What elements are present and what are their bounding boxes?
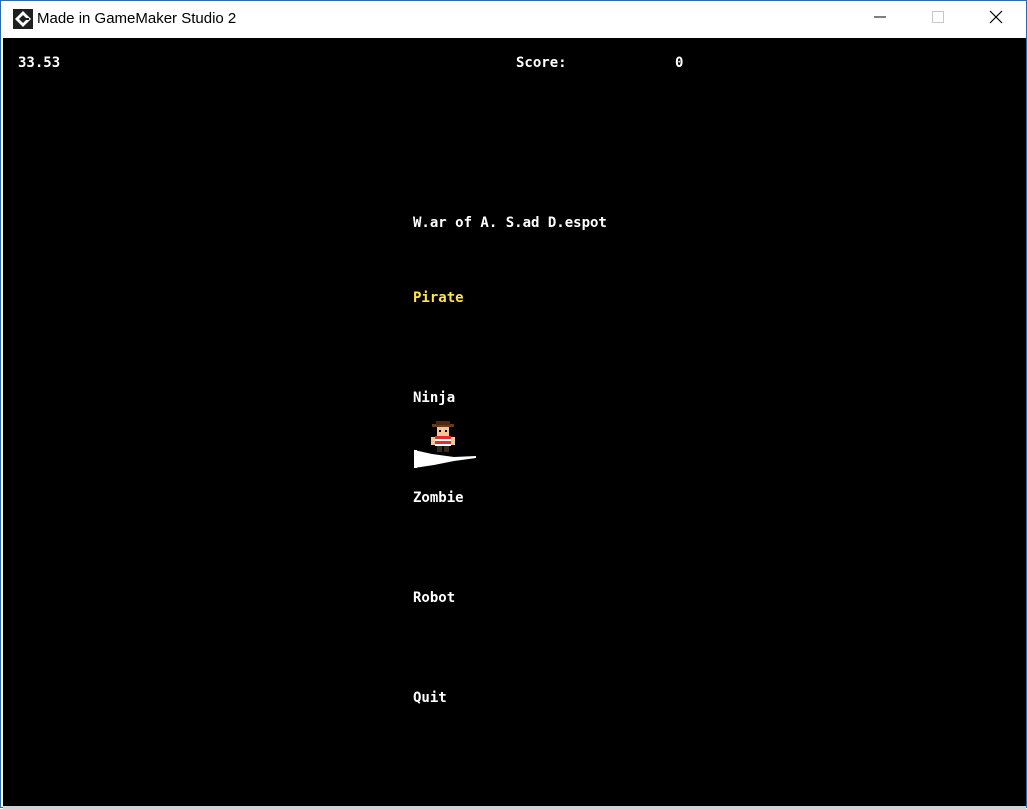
menu-option-zombie[interactable]: Zombie [413, 490, 464, 506]
pirate-sprite [414, 420, 476, 470]
menu-option-robot[interactable]: Robot [413, 590, 455, 606]
game-window: Made in GameMaker Studio 2 33.53 Score: … [0, 0, 1027, 809]
game-canvas[interactable]: 33.53 Score: 0 W.ar of A. S.ad D.espot P… [3, 38, 1026, 806]
minimize-button[interactable] [851, 1, 909, 37]
close-icon [989, 10, 1003, 29]
menu-option-ninja[interactable]: Ninja [413, 390, 455, 406]
gamemaker-logo-icon [13, 9, 33, 29]
maximize-icon [932, 10, 944, 28]
menu-option-pirate[interactable]: Pirate [413, 290, 464, 306]
menu-option-quit[interactable]: Quit [413, 690, 447, 706]
maximize-button[interactable] [909, 1, 967, 37]
title-bar[interactable]: Made in GameMaker Studio 2 [1, 1, 1026, 37]
window-title: Made in GameMaker Studio 2 [37, 10, 237, 27]
close-button[interactable] [967, 1, 1025, 37]
score-value: 0 [675, 55, 684, 71]
game-title: W.ar of A. S.ad D.espot [413, 215, 607, 231]
fps-counter: 33.53 [18, 55, 61, 71]
score-label: Score: [516, 55, 567, 71]
minimize-icon [874, 10, 886, 28]
